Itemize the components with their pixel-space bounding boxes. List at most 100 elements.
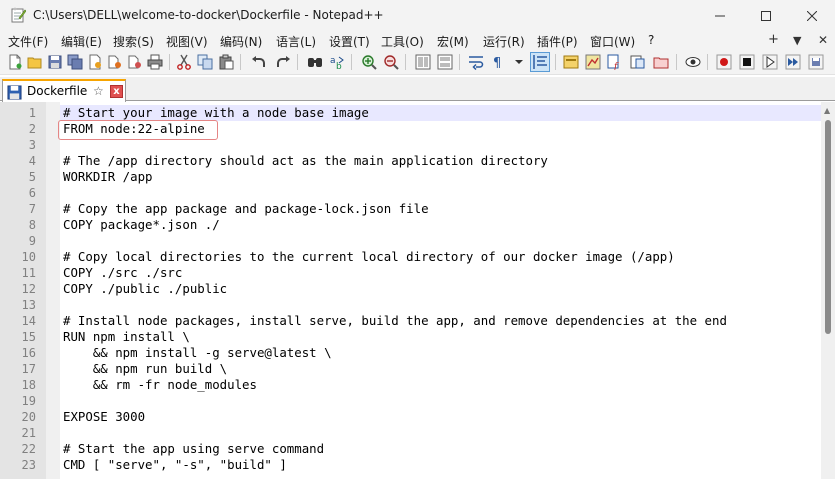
save-button[interactable] [46, 53, 64, 71]
undo-button[interactable] [250, 53, 268, 71]
text-editor[interactable]: 1 # Start your image with a node base ima… [0, 102, 835, 479]
line-text[interactable]: # Start the app using serve command [60, 441, 821, 457]
menu-file[interactable]: 文件(F) [8, 33, 48, 50]
run-macro-multiple-button[interactable] [784, 53, 802, 71]
indent-guide-button[interactable] [530, 52, 550, 72]
code-area[interactable]: 1 # Start your image with a node base ima… [0, 105, 835, 473]
paste-button[interactable] [217, 53, 235, 71]
scrollbar-thumb[interactable] [825, 120, 831, 334]
line-text[interactable]: && rm -fr node_modules [60, 377, 821, 393]
redo-button[interactable] [274, 53, 292, 71]
code-line[interactable]: 13 [0, 297, 835, 313]
code-line[interactable]: 6 [0, 185, 835, 201]
line-text[interactable]: WORKDIR /app [60, 169, 821, 185]
minimize-button[interactable] [697, 0, 743, 31]
copy-button[interactable] [196, 53, 214, 71]
line-text[interactable]: RUN npm install \ [60, 329, 821, 345]
replace-button[interactable]: ab [328, 53, 346, 71]
line-text[interactable]: # Copy local directories to the current … [60, 249, 821, 265]
line-text[interactable]: # The /app directory should act as the m… [60, 153, 821, 169]
save-macro-button[interactable] [807, 53, 825, 71]
menu-plugins[interactable]: 插件(P) [537, 33, 578, 50]
open-file-button[interactable] [26, 53, 44, 71]
line-text[interactable]: COPY ./src ./src [60, 265, 821, 281]
line-text[interactable]: # Copy the app package and package-lock.… [60, 201, 821, 217]
monitoring-button[interactable] [684, 53, 702, 71]
code-line[interactable]: 23 CMD [ "serve", "-s", "build" ] [0, 457, 835, 473]
tab-dockerfile[interactable]: Dockerfile ☆ x [2, 79, 126, 102]
line-text[interactable]: CMD [ "serve", "-s", "build" ] [60, 457, 821, 473]
line-text[interactable]: COPY ./public ./public [60, 281, 821, 297]
code-line[interactable]: 8 COPY package*.json ./ [0, 217, 835, 233]
pin-icon[interactable]: ☆ [93, 84, 104, 98]
word-wrap-button[interactable] [467, 53, 485, 71]
close-others-button[interactable] [126, 53, 144, 71]
menu-tools[interactable]: 工具(O) [381, 33, 424, 50]
code-line[interactable]: 4 # The /app directory should act as the … [0, 153, 835, 169]
menu-search[interactable]: 搜索(S) [113, 33, 154, 50]
document-map-button[interactable] [584, 53, 602, 71]
code-line[interactable]: 1 # Start your image with a node base ima… [0, 105, 835, 121]
code-line[interactable]: 19 [0, 393, 835, 409]
code-line[interactable]: 21 [0, 425, 835, 441]
code-line[interactable]: 7 # Copy the app package and package-lock… [0, 201, 835, 217]
menu-edit[interactable]: 编辑(E) [61, 33, 102, 50]
show-all-characters-button[interactable]: ¶ [489, 53, 507, 71]
code-line[interactable]: 16 && npm install -g serve@latest \ [0, 345, 835, 361]
menu-macro[interactable]: 宏(M) [437, 33, 469, 50]
print-button[interactable] [146, 53, 164, 71]
line-number: 14 [21, 314, 36, 328]
menu-window[interactable]: 窗口(W) [590, 33, 635, 50]
function-list-button[interactable]: f [606, 53, 624, 71]
code-line[interactable]: 18 && rm -fr node_modules [0, 377, 835, 393]
save-all-button[interactable] [66, 53, 84, 71]
sync-vertical-button[interactable] [414, 53, 432, 71]
user-defined-language-button[interactable] [562, 53, 580, 71]
cut-button[interactable] [175, 53, 193, 71]
menu-settings[interactable]: 设置(T) [329, 33, 370, 50]
toolbar-overflow-dropdown[interactable] [510, 53, 528, 71]
folder-as-workspace-button[interactable] [628, 53, 646, 71]
code-line[interactable]: 17 && npm run build \ [0, 361, 835, 377]
menu-help[interactable]: ? [648, 33, 654, 47]
maximize-button[interactable] [743, 0, 789, 31]
line-text[interactable]: && npm run build \ [60, 361, 821, 377]
menu-language[interactable]: 语言(L) [276, 33, 316, 50]
line-text[interactable]: # Install node packages, install serve, … [60, 313, 821, 329]
menu-encoding[interactable]: 编码(N) [220, 33, 262, 50]
menu-view[interactable]: 视图(V) [166, 33, 208, 50]
redo-icon [277, 56, 290, 67]
line-text[interactable]: # Start your image with a node base imag… [60, 105, 821, 121]
tab-list-dropdown-button[interactable]: ▼ [793, 34, 801, 47]
zoom-in-button[interactable] [360, 53, 378, 71]
scroll-up-arrow-icon[interactable]: ▲ [824, 106, 830, 115]
code-line[interactable]: 22 # Start the app using serve command [0, 441, 835, 457]
record-macro-button[interactable] [715, 53, 733, 71]
close-all-button[interactable] [106, 53, 124, 71]
code-line[interactable]: 20 EXPOSE 3000 [0, 409, 835, 425]
code-line[interactable]: 14 # Install node packages, install serve… [0, 313, 835, 329]
project-panel-button[interactable] [652, 53, 670, 71]
sync-horizontal-button[interactable] [436, 53, 454, 71]
tab-close-button[interactable]: x [110, 85, 123, 98]
code-line[interactable]: 15 RUN npm install \ [0, 329, 835, 345]
close-document-button[interactable]: ✕ [818, 33, 828, 47]
find-button[interactable] [306, 53, 324, 71]
line-text[interactable]: COPY package*.json ./ [60, 217, 821, 233]
code-line[interactable]: 10 # Copy local directories to the curren… [0, 249, 835, 265]
play-macro-button[interactable] [761, 53, 779, 71]
code-line[interactable]: 9 [0, 233, 835, 249]
code-line[interactable]: 12 COPY ./public ./public [0, 281, 835, 297]
vertical-scrollbar[interactable]: ▲ [821, 102, 835, 479]
close-file-button[interactable] [86, 53, 104, 71]
line-text[interactable]: && npm install -g serve@latest \ [60, 345, 821, 361]
close-window-button[interactable] [789, 0, 835, 31]
stop-recording-button[interactable] [738, 53, 756, 71]
new-file-button[interactable] [6, 53, 24, 71]
zoom-out-button[interactable] [382, 53, 400, 71]
new-tab-plus-button[interactable]: + [768, 32, 779, 47]
line-text[interactable]: EXPOSE 3000 [60, 409, 821, 425]
menu-run[interactable]: 运行(R) [483, 33, 525, 50]
code-line[interactable]: 11 COPY ./src ./src [0, 265, 835, 281]
code-line[interactable]: 5 WORKDIR /app [0, 169, 835, 185]
